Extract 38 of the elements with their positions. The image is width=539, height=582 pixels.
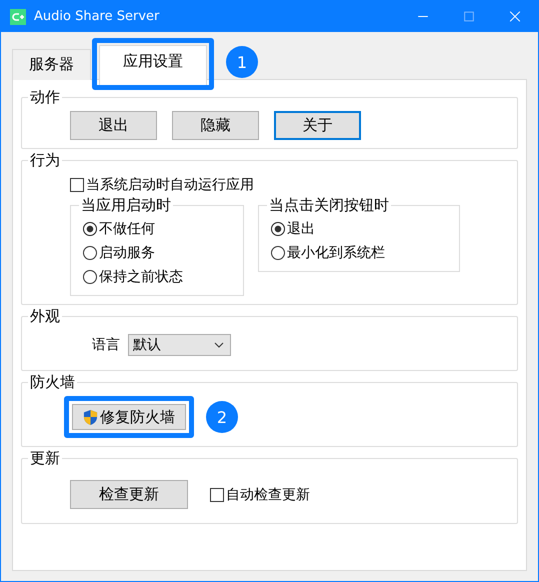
radio-button[interactable]	[271, 246, 285, 260]
checkbox[interactable]	[210, 488, 224, 502]
group-title: 外观	[29, 307, 61, 326]
radio-label: 最小化到系统栏	[287, 244, 385, 262]
group-title: 更新	[29, 449, 61, 468]
checkbox-label: 当系统启动时自动运行应用	[86, 176, 254, 194]
repair-firewall-button[interactable]: 修复防火墙	[72, 404, 186, 430]
group-title: 当点击关闭按钮时	[268, 196, 390, 215]
action-button[interactable]: 退出	[70, 111, 157, 140]
radio-button[interactable]	[271, 222, 285, 236]
shield-icon	[83, 408, 98, 426]
group-title: 动作	[29, 88, 61, 107]
callout-badge: 1	[226, 46, 258, 78]
group-title: 防火墙	[29, 373, 76, 392]
checkbox[interactable]	[70, 178, 84, 192]
autostart-checkbox[interactable]: 当系统启动时自动运行应用	[70, 176, 509, 194]
language-dropdown[interactable]: 默认	[128, 334, 231, 356]
tab[interactable]: 服务器	[12, 49, 91, 80]
action-button[interactable]: 关于	[274, 111, 361, 140]
caret-icon	[214, 342, 224, 348]
app-icon	[10, 8, 26, 24]
window-title: Audio Share Server	[34, 9, 160, 24]
radio-button[interactable]	[83, 246, 97, 260]
checkbox-label: 自动检查更新	[226, 486, 310, 504]
group-title: 行为	[29, 151, 61, 170]
tab[interactable]: 应用设置	[99, 45, 207, 85]
callout-badge: 2	[206, 401, 238, 433]
action-button[interactable]: 隐藏	[172, 111, 259, 140]
group-title: 当应用启动时	[80, 196, 172, 215]
radio-label: 退出	[287, 220, 315, 238]
language-label: 语言	[92, 336, 120, 354]
check-update-button[interactable]: 检查更新	[70, 480, 188, 509]
radio-button[interactable]	[83, 222, 97, 236]
radio-button[interactable]	[83, 270, 97, 284]
radio-label: 保持之前状态	[99, 268, 183, 286]
radio-label: 启动服务	[99, 244, 155, 262]
auto-update-checkbox[interactable]: 自动检查更新	[210, 486, 310, 504]
radio-label: 不做任何	[99, 220, 155, 238]
